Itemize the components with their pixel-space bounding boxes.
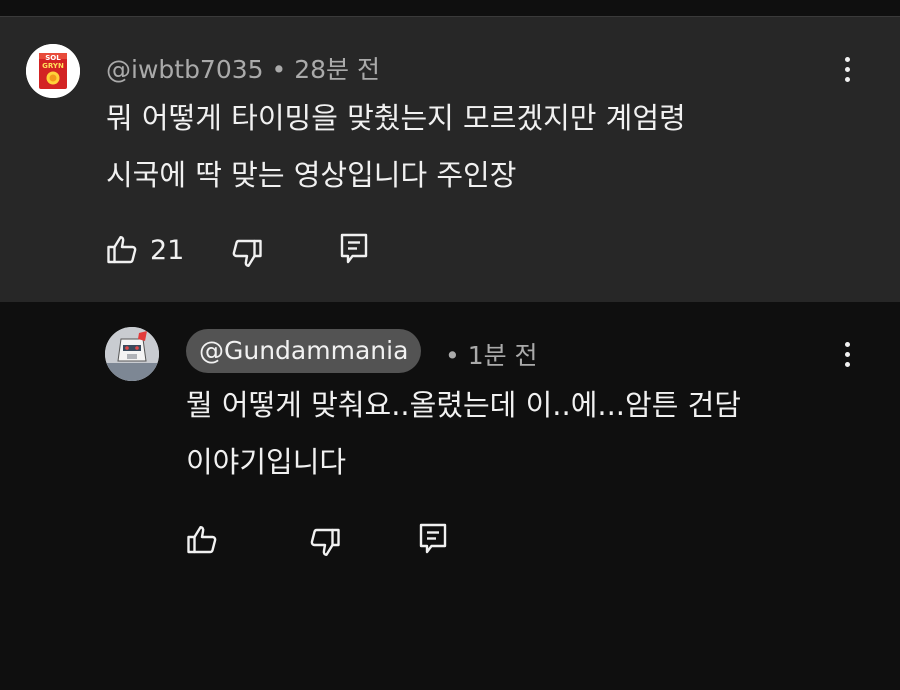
comment-line: 뭘 어떻게 맞춰요..올렸는데 이..에...암튼 건담 <box>186 388 741 422</box>
comment-line: 시국에 딱 맞는 영상입니다 주인장 <box>106 158 517 192</box>
meta-separator: • <box>263 55 295 84</box>
top-bar <box>0 0 900 16</box>
comment-time[interactable]: 28분 전 <box>294 55 380 84</box>
avatar[interactable] <box>105 327 159 381</box>
reply-button[interactable] <box>336 230 372 274</box>
comment-item: SOL GRYN @iwbtb7035 • 28분 전 뭐 어떻게 타이밍을 맞… <box>0 17 900 302</box>
comment-line: 이야기입니다 <box>186 445 347 479</box>
comment-meta: @iwbtb7035 • 28분 전 <box>106 50 380 86</box>
dislike-button[interactable] <box>307 524 343 564</box>
meta-separator: • <box>445 341 468 370</box>
reply-comment-icon <box>340 233 368 264</box>
avatar-brand-top: SOL <box>45 54 61 62</box>
comment-text: 뭐 어떻게 타이밍을 맞췄는지 모르겠지만 계엄령 시국에 딱 맞는 영상입니다… <box>106 90 806 204</box>
more-vert-icon <box>844 341 850 347</box>
avatar[interactable]: SOL GRYN <box>26 44 80 98</box>
like-count: 21 <box>150 235 185 266</box>
reply-comment-icon <box>419 523 447 554</box>
comment-meta: • 1분 전 <box>445 336 538 372</box>
reply-button[interactable] <box>415 520 451 564</box>
thumbs-up-icon <box>107 236 137 264</box>
avatar-brand-bottom: GRYN <box>42 62 64 70</box>
sol-gryn-box-icon: SOL GRYN <box>26 44 80 98</box>
comment-text: 뭘 어떻게 맞춰요..올렸는데 이..에...암튼 건담 이야기입니다 <box>186 377 846 491</box>
gundam-head-icon <box>105 327 159 381</box>
thumbs-up-icon <box>187 526 217 554</box>
thumbs-down-icon <box>232 239 262 267</box>
thumbs-down-icon <box>310 528 340 556</box>
more-options-button[interactable] <box>832 332 862 376</box>
author-handle[interactable]: @Gundammania <box>186 329 422 373</box>
dislike-button[interactable] <box>229 235 265 275</box>
reply-item: @Gundammania • 1분 전 뭘 어떻게 맞춰요..올렸는데 이..에… <box>0 302 900 690</box>
more-vert-icon <box>844 56 850 62</box>
comment-line: 뭐 어떻게 타이밍을 맞췄는지 모르겠지만 계엄령 <box>106 101 686 135</box>
author-handle[interactable]: @iwbtb7035 <box>106 55 264 84</box>
comment-time[interactable]: 1분 전 <box>468 341 538 370</box>
more-options-button[interactable] <box>832 47 862 91</box>
like-button[interactable] <box>104 232 140 272</box>
like-button[interactable] <box>184 522 220 562</box>
